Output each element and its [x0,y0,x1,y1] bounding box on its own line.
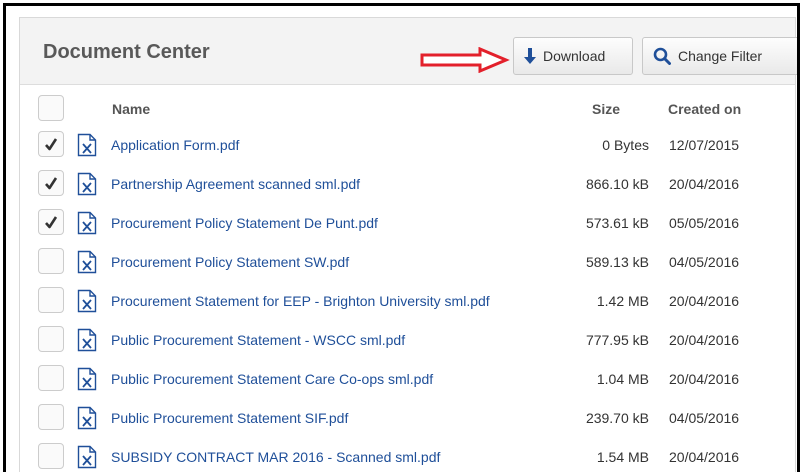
pdf-file-icon [77,250,97,277]
file-created-date: 20/04/2016 [669,449,740,465]
download-arrow-icon [524,48,536,64]
file-name-link[interactable]: Public Procurement Statement Care Co-ops… [111,371,433,387]
pdf-file-icon [77,406,97,433]
select-all-checkbox[interactable] [38,95,64,121]
download-label: Download [543,48,606,64]
file-name-link[interactable]: Procurement Policy Statement De Punt.pdf [111,215,378,231]
table-row: Partnership Agreement scanned sml.pdf 866… [20,167,795,203]
checkmark-icon [45,138,58,151]
table-row: Public Procurement Statement Care Co-ops… [20,362,795,398]
checkmark-icon [45,177,58,190]
file-created-date: 04/05/2016 [669,254,740,270]
screenshot-frame: Document Center Download Change Filter N… [3,3,800,472]
table-row: Procurement Policy Statement De Punt.pdf… [20,206,795,242]
file-name-link[interactable]: Procurement Policy Statement SW.pdf [111,254,349,270]
search-icon [653,47,671,65]
column-header-name[interactable]: Name [112,101,150,117]
table-row: SUBSIDY CONTRACT MAR 2016 - Scanned sml.… [20,440,795,472]
file-size: 0 Bytes [602,137,649,153]
change-filter-button[interactable]: Change Filter [642,37,797,75]
row-checkbox[interactable] [38,170,64,196]
pdf-file-icon [77,211,97,238]
row-checkbox[interactable] [38,404,64,430]
file-size: 866.10 kB [585,176,649,192]
file-size: 1.54 MB [596,449,649,465]
row-checkbox[interactable] [38,248,64,274]
file-name-link[interactable]: Application Form.pdf [111,137,239,153]
pdf-file-icon [77,445,97,472]
file-created-date: 20/04/2016 [669,176,740,192]
row-checkbox[interactable] [38,209,64,235]
file-created-date: 20/04/2016 [669,371,740,387]
pdf-file-icon [77,172,97,199]
file-size: 589.13 kB [585,254,649,270]
table-row: Public Procurement Statement SIF.pdf 239.… [20,401,795,437]
row-checkbox[interactable] [38,326,64,352]
file-name-link[interactable]: Public Procurement Statement - WSCC sml.… [111,332,405,348]
row-checkbox[interactable] [38,443,64,469]
file-size: 1.42 MB [596,293,649,309]
annotation-arrow-icon [420,47,510,73]
column-header-size[interactable]: Size [592,101,620,117]
pdf-file-icon [77,328,97,355]
file-size: 1.04 MB [596,371,649,387]
column-header-created[interactable]: Created on [668,101,741,117]
table-row: Application Form.pdf 0 Bytes 12/07/2015 [20,128,795,164]
file-size: 777.95 kB [585,332,649,348]
file-name-link[interactable]: Public Procurement Statement SIF.pdf [111,410,348,426]
row-checkbox[interactable] [38,131,64,157]
file-size: 573.61 kB [585,215,649,231]
file-name-link[interactable]: Procurement Statement for EEP - Brighton… [111,293,490,309]
change-filter-label: Change Filter [678,48,763,64]
file-name-link[interactable]: Partnership Agreement scanned sml.pdf [111,176,360,192]
table-row: Public Procurement Statement - WSCC sml.… [20,323,795,359]
checkmark-icon [45,216,58,229]
file-created-date: 20/04/2016 [669,293,740,309]
panel-header: Document Center Download Change Filter [20,18,797,85]
pdf-file-icon [77,133,97,160]
row-checkbox[interactable] [38,365,64,391]
file-created-date: 12/07/2015 [669,137,740,153]
pdf-file-icon [77,289,97,316]
table-row: Procurement Statement for EEP - Brighton… [20,284,795,320]
pdf-file-icon [77,367,97,394]
file-created-date: 20/04/2016 [669,332,740,348]
file-size: 239.70 kB [585,410,649,426]
file-created-date: 05/05/2016 [669,215,740,231]
row-checkbox[interactable] [38,287,64,313]
file-created-date: 04/05/2016 [669,410,740,426]
table-header: Name Size Created on [20,90,795,124]
download-button[interactable]: Download [513,37,633,75]
panel-title: Document Center [43,41,210,63]
document-center-panel: Document Center Download Change Filter N… [19,17,797,472]
file-name-link[interactable]: SUBSIDY CONTRACT MAR 2016 - Scanned sml.… [111,449,440,465]
table-row: Procurement Policy Statement SW.pdf 589.1… [20,245,795,281]
